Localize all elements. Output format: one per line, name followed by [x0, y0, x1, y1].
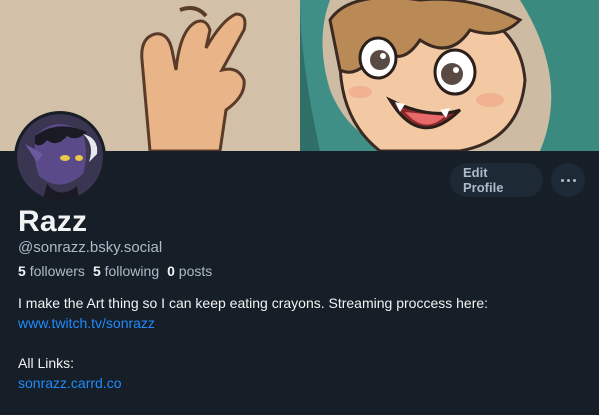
twitch-link[interactable]: www.twitch.tv/sonrazz	[18, 315, 155, 331]
following-count: 5	[92, 263, 101, 279]
following-stat[interactable]: 5 following	[93, 263, 159, 279]
followers-count: 5	[18, 263, 26, 279]
display-name: Razz	[18, 205, 88, 238]
avatar[interactable]	[14, 111, 106, 203]
profile-bio: I make the Art thing so I can keep eatin…	[18, 293, 588, 393]
edit-profile-button[interactable]: Edit Profile	[450, 163, 543, 197]
posts-stat: 0 posts	[167, 263, 212, 279]
following-label: following	[104, 263, 160, 279]
ellipsis-icon	[560, 178, 576, 182]
followers-label: followers	[29, 263, 85, 279]
bio-line-2: All Links:	[18, 355, 75, 371]
followers-stat[interactable]: 5 followers	[18, 263, 85, 279]
bio-line-1: I make the Art thing so I can keep eatin…	[18, 295, 489, 311]
profile-actions: Edit Profile	[450, 163, 585, 197]
posts-count: 0	[167, 263, 175, 279]
handle: @sonrazz.bsky.social	[18, 239, 163, 256]
carrd-link[interactable]: sonrazz.carrd.co	[18, 375, 121, 391]
more-options-button[interactable]	[551, 163, 585, 197]
profile-stats: 5 followers 5 following 0 posts	[18, 263, 212, 279]
posts-label: posts	[178, 263, 213, 279]
avatar-image	[17, 114, 103, 200]
